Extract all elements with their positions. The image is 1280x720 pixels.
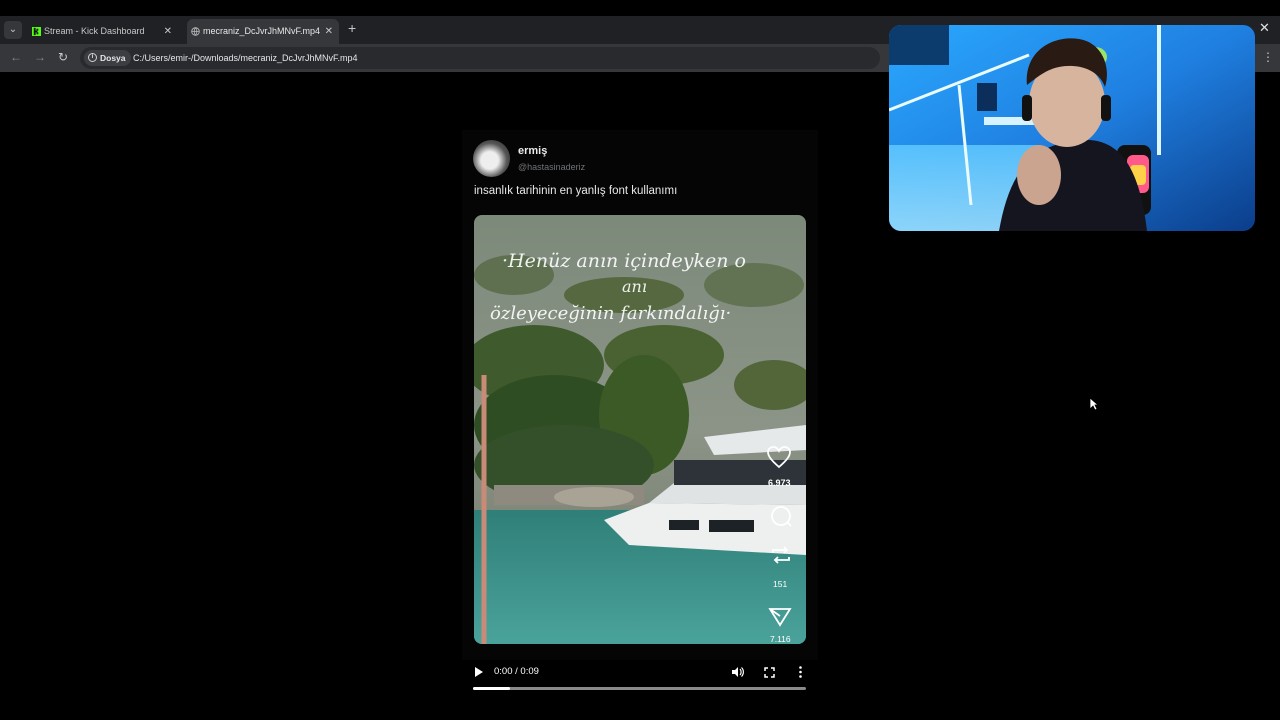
- like-count: 6.973: [768, 478, 791, 488]
- overlay-text-line-3: özleyeceğinin farkındalığı·: [490, 303, 731, 324]
- close-tab-icon[interactable]: ✕: [325, 19, 333, 44]
- comment-icon[interactable]: [769, 505, 793, 529]
- kick-logo-icon: [32, 27, 41, 36]
- play-icon[interactable]: [474, 666, 484, 678]
- tab-search-button[interactable]: ⌄: [4, 21, 22, 39]
- tab-video-file[interactable]: mecraniz_DcJvrJhMNvF.mp4 ✕: [187, 19, 339, 44]
- webcam-overlay: [889, 25, 1255, 231]
- forward-arrow-icon[interactable]: →: [34, 50, 46, 64]
- address-bar[interactable]: i Dosya C:/Users/emir-/Downloads/mecrani…: [80, 47, 880, 69]
- volume-icon[interactable]: [731, 666, 744, 678]
- security-chip-label: Dosya: [100, 53, 126, 63]
- share-icon[interactable]: [767, 605, 793, 629]
- post-display-name[interactable]: ermiş: [518, 145, 547, 157]
- tab-title: mecraniz_DcJvrJhMNvF.mp4: [203, 26, 321, 36]
- site-info-chip[interactable]: i Dosya: [84, 50, 131, 66]
- heart-icon[interactable]: [766, 445, 792, 469]
- globe-icon: [191, 27, 200, 36]
- post-caption: insanlık tarihinin en yanlış font kullan…: [474, 185, 678, 197]
- window-close-button[interactable]: ✕: [1259, 20, 1270, 36]
- back-arrow-icon[interactable]: ←: [10, 50, 22, 64]
- share-count: 7.116: [770, 634, 791, 644]
- streamer-webcam-image: [889, 25, 1255, 231]
- new-tab-button[interactable]: +: [348, 20, 356, 36]
- screen-top-bar: [0, 0, 1280, 16]
- video-frame[interactable]: ·Henüz anın içindeyken o anı özleyeceğin…: [474, 215, 806, 644]
- tab-kick-dashboard[interactable]: Stream - Kick Dashboard ✕: [28, 19, 178, 44]
- post-handle[interactable]: @hastasinaderiz: [518, 162, 585, 172]
- video-progress-bar[interactable]: [473, 687, 806, 690]
- video-progress-fill: [473, 687, 510, 690]
- repost-count: 151: [773, 579, 788, 589]
- mouse-cursor-icon: [1089, 397, 1099, 411]
- more-options-icon[interactable]: [798, 666, 803, 678]
- yacht-scene-image: ·Henüz anın içindeyken o anı özleyeceğin…: [474, 215, 806, 644]
- tab-title: Stream - Kick Dashboard: [44, 26, 145, 36]
- info-icon: i: [88, 53, 97, 62]
- video-time: 0:00 / 0:09: [494, 666, 539, 677]
- fullscreen-icon[interactable]: [764, 667, 775, 678]
- repost-icon[interactable]: [769, 543, 793, 567]
- url-text[interactable]: C:/Users/emir-/Downloads/mecraniz_DcJvrJ…: [133, 47, 358, 69]
- avatar[interactable]: [473, 140, 510, 177]
- close-tab-icon[interactable]: ✕: [164, 19, 172, 44]
- browser-menu-icon[interactable]: ⋮: [1262, 50, 1274, 64]
- overlay-text-line-1: ·Henüz anın içindeyken o: [502, 250, 746, 272]
- reload-icon[interactable]: ↻: [58, 50, 68, 64]
- overlay-text-line-2: anı: [622, 277, 647, 296]
